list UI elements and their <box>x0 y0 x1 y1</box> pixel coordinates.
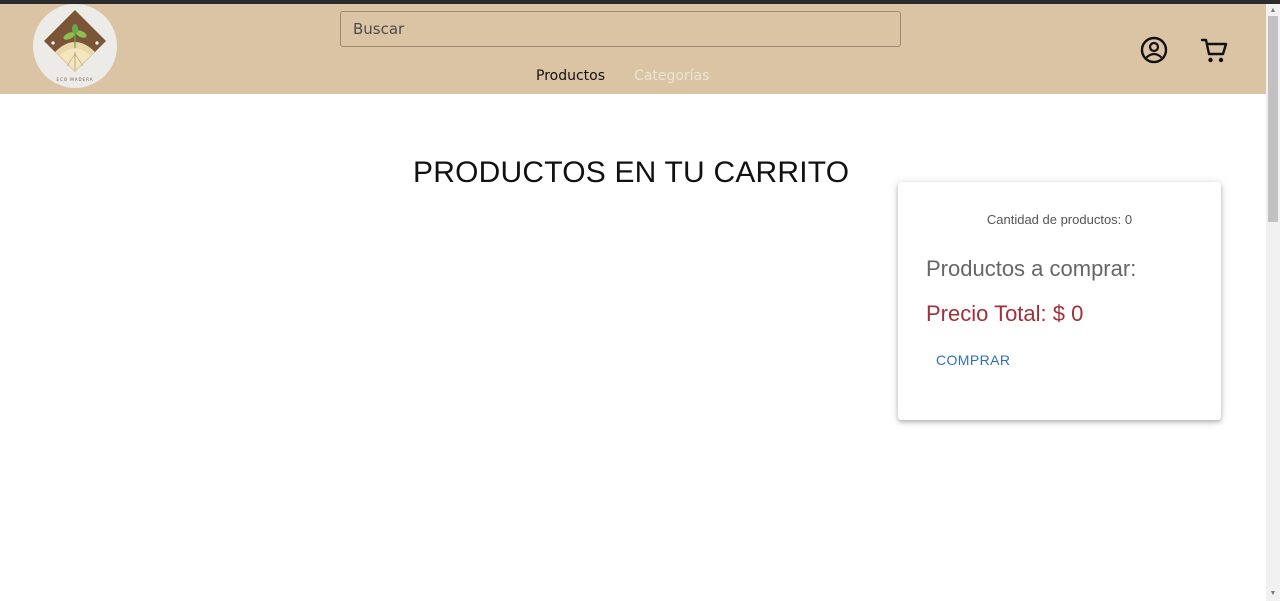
logo-emblem-icon <box>44 10 106 72</box>
product-count-text: Cantidad de productos: 0 <box>986 212 1133 227</box>
page-scrollbar[interactable]: ▲ ▼ <box>1266 4 1280 601</box>
nav-link-productos[interactable]: Productos <box>536 68 605 84</box>
shopping-cart-icon[interactable] <box>1199 35 1229 65</box>
scroll-thumb[interactable] <box>1268 16 1278 222</box>
eco-madera-logo[interactable]: ECO MADERA <box>33 4 117 88</box>
site-header: ECO MADERA Productos Categorías <box>0 4 1266 94</box>
cart-summary-card: Cantidad de productos: 0 Productos a com… <box>898 182 1221 420</box>
total-price-text: Precio Total: $ 0 <box>926 301 1084 326</box>
user-circle-icon[interactable] <box>1139 35 1169 65</box>
logo-text: ECO MADERA <box>56 77 94 82</box>
search-input[interactable] <box>340 11 901 47</box>
scroll-down-arrow-icon[interactable]: ▼ <box>1266 587 1280 601</box>
page-title: PRODUCTOS EN TU CARRITO <box>413 156 850 189</box>
nav-link-categorias[interactable]: Categorías <box>634 68 709 84</box>
comprar-button[interactable]: COMPRAR <box>928 348 1018 372</box>
products-to-buy-heading: Productos a comprar: <box>926 256 1137 281</box>
